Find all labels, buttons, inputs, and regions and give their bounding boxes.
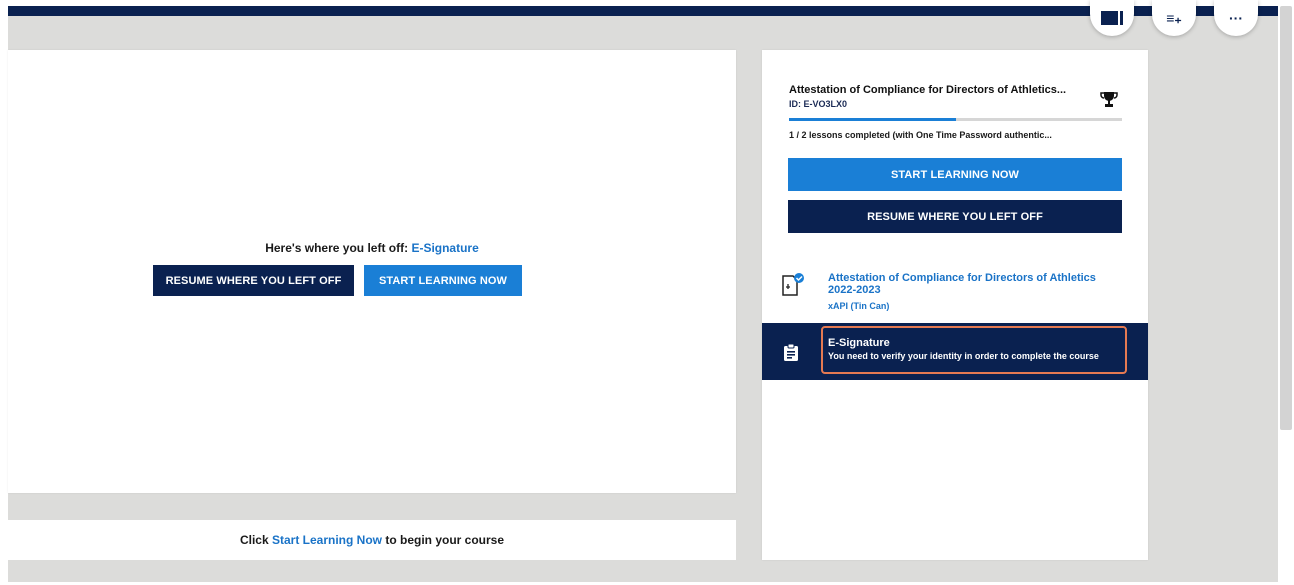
completed-document-icon xyxy=(782,273,804,296)
course-id: ID: E-VO3LX0 xyxy=(789,99,848,109)
hint-prefix: Click xyxy=(239,533,272,547)
course-title: Attestation of Compliance for Directors … xyxy=(789,84,1067,96)
sidebar-resume-button[interactable]: RESUME WHERE YOU LEFT OFF xyxy=(788,200,1122,233)
lesson-type-label: xAPI (Tin Can) xyxy=(828,301,890,311)
begin-course-hint-panel: Click Start Learning Now to begin your c… xyxy=(8,520,736,560)
clipboard-icon xyxy=(784,343,798,361)
trophy-icon xyxy=(1100,92,1118,107)
resume-where-you-left-off-button[interactable]: RESUME WHERE YOU LEFT OFF xyxy=(153,265,354,296)
course-progress-fill xyxy=(789,118,956,121)
scrollbar-thumb[interactable] xyxy=(1280,6,1292,430)
progress-text: 1 / 2 lessons completed (with One Time P… xyxy=(789,130,1052,140)
left-off-message: Here's where you left off: E-Signature xyxy=(8,241,736,255)
highlight-box xyxy=(821,326,1127,374)
start-learning-now-link[interactable]: Start Learning Now xyxy=(272,533,382,547)
view-layout-icon xyxy=(1101,11,1123,25)
left-off-lesson-link[interactable]: E-Signature xyxy=(411,241,478,255)
course-outline-panel xyxy=(762,50,1148,560)
top-navigation-bar xyxy=(8,6,1278,16)
hint-suffix: to begin your course xyxy=(382,533,505,547)
course-progress-bar xyxy=(789,118,1122,121)
lesson-item-attestation[interactable]: Attestation of Compliance for Directors … xyxy=(828,272,1118,296)
more-options-icon: ··· xyxy=(1229,10,1243,26)
left-off-prefix: Here's where you left off: xyxy=(265,241,412,255)
sidebar-start-learning-now-button[interactable]: START LEARNING NOW xyxy=(788,158,1122,191)
playlist-add-icon: ≡₊ xyxy=(1166,10,1182,26)
start-learning-now-button[interactable]: START LEARNING NOW xyxy=(364,265,522,296)
